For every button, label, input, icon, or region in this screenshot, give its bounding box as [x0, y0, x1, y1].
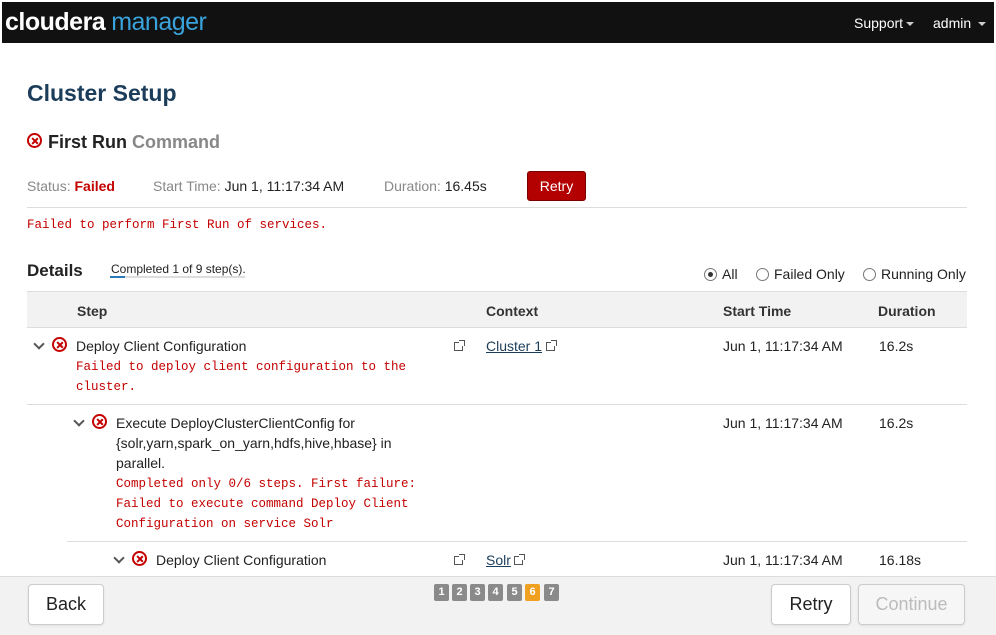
duration: Duration: 16.45s: [384, 178, 487, 194]
step-error-message: Completed only 0/6 steps. First failure:…: [116, 474, 416, 534]
filter-all-radio[interactable]: All: [704, 266, 738, 282]
progress-text: Completed 1 of 9 step(s).: [111, 262, 246, 276]
caret-down-icon: [978, 22, 987, 27]
start-time-label: Start Time:: [153, 178, 221, 194]
row-divider: [67, 541, 967, 542]
start-time-cell: Jun 1, 11:17:34 AM: [723, 338, 843, 354]
external-link-icon[interactable]: [454, 340, 465, 351]
continue-button[interactable]: Continue: [858, 584, 965, 625]
error-icon: [27, 133, 42, 148]
column-header-start-time: Start Time: [723, 303, 792, 319]
wizard-step-4[interactable]: 4: [488, 584, 503, 601]
top-navbar: cloudera manager Support admin: [2, 2, 994, 43]
chevron-down-icon[interactable]: [33, 338, 45, 350]
start-time-value: Jun 1, 11:17:34 AM: [224, 178, 345, 194]
retry-button[interactable]: Retry: [771, 584, 851, 625]
column-header-step: Step: [77, 303, 108, 319]
step-name: Execute DeployClusterClientConfig for {s…: [116, 413, 392, 473]
column-header-context: Context: [486, 303, 539, 319]
wizard-step-5[interactable]: 5: [507, 584, 522, 601]
external-link-icon[interactable]: [454, 554, 465, 565]
cloudera-manager-logo[interactable]: cloudera manager: [5, 8, 207, 37]
radio-selected-icon: [704, 268, 717, 281]
duration-cell: 16.18s: [879, 552, 922, 568]
wizard-step-7[interactable]: 7: [544, 584, 559, 601]
step-error-line: Failed to execute command Deploy Client: [116, 497, 409, 511]
admin-menu-label: admin: [933, 15, 972, 31]
retry-command-button[interactable]: Retry: [527, 171, 586, 201]
chevron-down-icon[interactable]: [113, 552, 125, 564]
filter-failed-only-radio[interactable]: Failed Only: [756, 266, 845, 282]
row-divider: [27, 404, 967, 405]
step-name-line: parallel.: [116, 455, 166, 471]
step-error-line: Failed to deploy client configuration to…: [76, 360, 407, 374]
support-menu[interactable]: Support: [854, 15, 915, 31]
error-icon: [132, 551, 147, 566]
duration-label: Duration:: [384, 178, 441, 194]
column-header-duration: Duration: [878, 303, 936, 319]
back-button[interactable]: Back: [28, 584, 104, 625]
filter-running-only-label: Running Only: [881, 266, 966, 282]
duration-cell: 16.2s: [879, 338, 914, 354]
logo-text-cloudera: cloudera: [5, 8, 106, 36]
filter-running-only-radio[interactable]: Running Only: [863, 266, 966, 282]
context-link[interactable]: Cluster 1: [486, 338, 542, 354]
wizard-step-6[interactable]: 6: [525, 584, 540, 601]
step-error-line: cluster.: [76, 380, 137, 394]
external-link-icon[interactable]: [546, 340, 557, 351]
step-name: Deploy Client Configuration: [156, 552, 327, 568]
step-name-line: {solr,yarn,spark_on_yarn,hdfs,hive,hbase…: [116, 435, 392, 451]
start-time: Start Time: Jun 1, 11:17:34 AM: [153, 178, 344, 194]
error-icon: [92, 414, 107, 429]
logo-text-manager: manager: [111, 8, 207, 36]
context-link-text[interactable]: Solr: [486, 552, 511, 568]
context-link[interactable]: Solr: [486, 552, 511, 568]
chevron-down-icon[interactable]: [73, 415, 85, 427]
step-error-message: Failed to deploy client configuration to…: [76, 357, 406, 397]
context-link-text[interactable]: Cluster 1: [486, 338, 542, 354]
step-error-line: Completed only 0/6 steps. First failure:: [116, 477, 417, 491]
step-error-line: Configuration on service Solr: [116, 517, 334, 531]
support-menu-label: Support: [854, 15, 904, 31]
step-name-line: Execute DeployClusterClientConfig for: [116, 415, 355, 431]
external-link-icon[interactable]: [514, 554, 525, 565]
duration-cell: 16.2s: [879, 415, 914, 431]
wizard-step-1[interactable]: 1: [434, 584, 449, 601]
page-title: Cluster Setup: [27, 80, 177, 106]
details-title: Details: [27, 261, 83, 280]
progress-bar: [110, 276, 245, 278]
filter-all-label: All: [722, 266, 738, 282]
caret-down-icon: [906, 22, 915, 27]
steps-table-header: Step Context Start Time Duration: [27, 291, 967, 328]
wizard-step-3[interactable]: 3: [470, 584, 485, 601]
progress-bar-fill: [110, 276, 125, 278]
command-title-secondary: Command: [132, 132, 221, 152]
step-name: Deploy Client Configuration: [76, 338, 247, 354]
status: Status: Failed: [27, 178, 115, 194]
divider: [27, 207, 967, 208]
status-label: Status:: [27, 178, 71, 194]
admin-menu[interactable]: admin: [933, 15, 987, 31]
filter-failed-only-label: Failed Only: [774, 266, 845, 282]
start-time-cell: Jun 1, 11:17:34 AM: [723, 415, 843, 431]
wizard-step-2[interactable]: 2: [452, 584, 467, 601]
command-failure-message: Failed to perform First Run of services.: [27, 218, 328, 232]
status-value: Failed: [74, 178, 115, 194]
radio-icon: [863, 268, 876, 281]
error-icon: [52, 337, 67, 352]
duration-value: 16.45s: [444, 178, 487, 194]
start-time-cell: Jun 1, 11:17:34 AM: [723, 552, 843, 568]
command-title-primary: First Run: [48, 132, 127, 152]
radio-icon: [756, 268, 769, 281]
